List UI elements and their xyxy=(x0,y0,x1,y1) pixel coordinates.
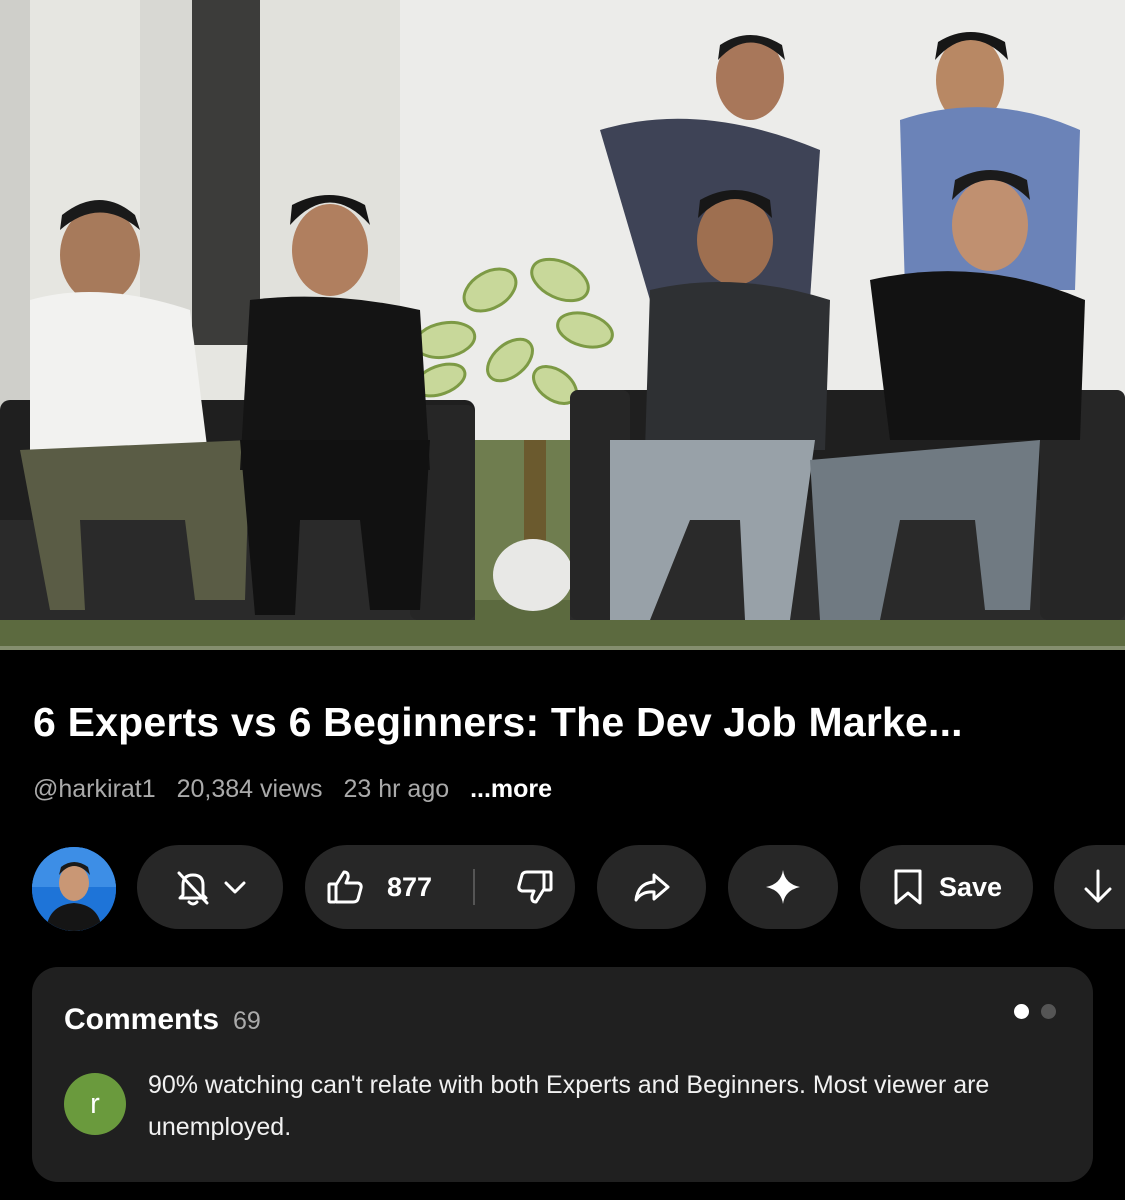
thumbs-down-icon xyxy=(517,870,553,904)
pager-dot[interactable] xyxy=(1041,1004,1056,1019)
dislike-button[interactable] xyxy=(515,867,555,907)
action-row: 877 Save xyxy=(0,845,1125,931)
bookmark-icon xyxy=(891,868,925,906)
comments-title: Comments xyxy=(64,1003,220,1036)
video-progress-bar[interactable] xyxy=(0,646,1125,650)
chevron-down-icon xyxy=(221,873,249,901)
like-divider xyxy=(472,869,475,905)
view-count: 20,384 views xyxy=(176,775,323,803)
download-arrow-icon xyxy=(1080,867,1116,907)
like-dislike-group: 877 xyxy=(305,845,575,929)
like-count: 877 xyxy=(387,871,433,902)
sparkle-icon xyxy=(763,867,803,907)
video-title[interactable]: 6 Experts vs 6 Beginners: The Dev Job Ma… xyxy=(33,696,1103,748)
save-button[interactable]: Save xyxy=(860,845,1033,929)
subscription-bell-button[interactable] xyxy=(137,845,283,929)
ask-ai-button[interactable] xyxy=(728,845,838,929)
channel-handle[interactable]: @harkirat1 xyxy=(33,775,156,803)
commenter-avatar[interactable]: r xyxy=(64,1073,126,1135)
video-thumbnail xyxy=(0,0,1125,650)
video-meta: @harkirat1 20,384 views 23 hr ago ...mor… xyxy=(33,772,552,806)
thumbs-up-icon xyxy=(325,867,365,907)
share-arrow-icon xyxy=(632,867,672,907)
top-comment-text: 90% watching can't relate with both Expe… xyxy=(148,1071,990,1141)
more-link[interactable]: ...more xyxy=(470,775,552,803)
video-player[interactable] xyxy=(0,0,1125,650)
pager-dot-active[interactable] xyxy=(1014,1004,1029,1019)
bell-off-icon xyxy=(171,865,215,909)
channel-avatar[interactable] xyxy=(32,847,116,931)
save-label: Save xyxy=(938,871,1003,902)
channel-avatar-image xyxy=(32,847,116,931)
comments-pager xyxy=(1014,1004,1056,1019)
comments-count: 69 xyxy=(233,1007,261,1035)
comments-header: Comments 69 xyxy=(64,1003,261,1037)
upload-time: 23 hr ago xyxy=(343,775,450,803)
comments-card[interactable]: Comments 69 r 90% watching can't relate … xyxy=(32,967,1093,1182)
download-button[interactable] xyxy=(1054,845,1125,929)
share-button[interactable] xyxy=(597,845,706,929)
like-button[interactable]: 877 xyxy=(325,867,432,907)
